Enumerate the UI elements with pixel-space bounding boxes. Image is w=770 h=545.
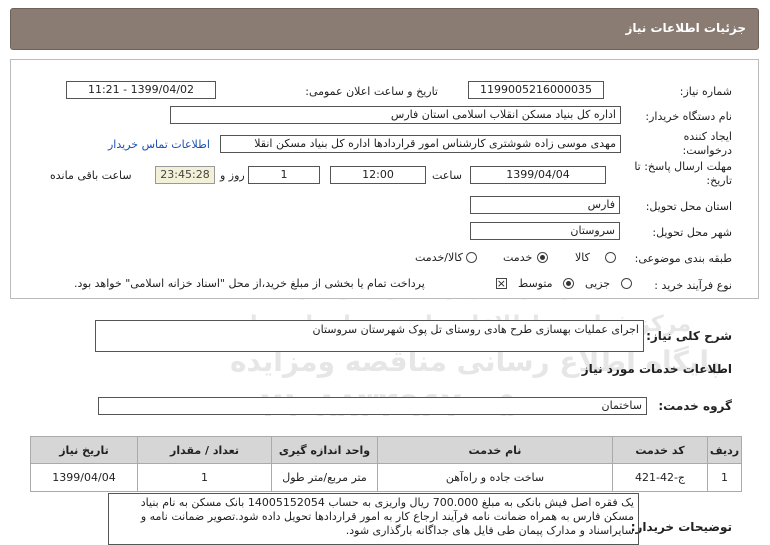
col-need-date: تاریخ نیاز [30,436,138,464]
col-row: ردیف [707,436,742,464]
remaining-time-field: 23:45:28 [155,166,215,184]
process-label: نوع فرآیند خرید : [654,279,732,292]
category-option-goods-service: کالا/خدمت [415,251,463,264]
process-option-minor: جزیی [585,277,611,290]
province-field: فارس [470,196,620,214]
buyer-notes-field: یک فقره اصل فیش بانکی به مبلغ 700.000 ری… [108,493,639,545]
payment-checkbox[interactable]: × [496,278,507,289]
page-header: جزئیات اطلاعات نیاز [10,8,759,50]
cell-unit: متر مربع/متر طول [271,463,378,492]
process-radio-medium[interactable] [563,278,574,289]
page-title: جزئیات اطلاعات نیاز [625,21,746,35]
table-row: 1 ج-42-421 ساخت جاده و راه‌آهن متر مربع/… [30,463,742,492]
cell-quantity: 1 [137,463,272,492]
deadline-time-field: 12:00 [330,166,426,184]
process-option-medium: متوسط [518,277,553,290]
category-radio-service[interactable] [537,252,548,263]
cell-row: 1 [707,463,742,492]
category-radio-goods-service[interactable] [466,252,477,263]
announce-field: 1399/04/02 - 11:21 [66,81,216,99]
deadline-date-field: 1399/04/04 [470,166,606,184]
province-label: استان محل تحویل: [645,200,732,213]
col-service-code: کد خدمت [612,436,708,464]
deadline-label: مهلت ارسال پاسخ: تا تاریخ: [634,160,732,187]
buyer-label: نام دستگاه خریدار: [645,110,732,123]
days-label: روز و [220,169,245,182]
summary-field: اجرای عملیات بهسازی طرح هادی روستای تل پ… [95,320,644,352]
creator-label: ایجاد کننده درخواست: [682,130,732,157]
col-quantity: تعداد / مقدار [137,436,272,464]
contact-buyer-link[interactable]: اطلاعات تماس خریدار [108,138,210,151]
category-option-goods: کالا [575,251,590,264]
announce-label: تاریخ و ساعت اعلان عمومی: [305,85,438,98]
services-table: ردیف کد خدمت نام خدمت واحد اندازه گیری ت… [30,436,742,492]
city-field: سروستان [470,222,620,240]
days-field: 1 [248,166,320,184]
cell-need-date: 1399/04/04 [30,463,138,492]
buyer-field: اداره کل بنیاد مسکن انقلاب اسلامی استان … [170,106,621,124]
service-group-label: گروه خدمت: [658,399,732,413]
col-unit: واحد اندازه گیری [271,436,378,464]
need-number-field: 1199005216000035 [468,81,604,99]
services-section-title: اطلاعات خدمات مورد نیاز [581,362,732,376]
category-radio-goods[interactable] [605,252,616,263]
category-label: طبقه بندی موضوعی: [634,252,732,265]
process-radio-minor[interactable] [621,278,632,289]
table-header-row: ردیف کد خدمت نام خدمت واحد اندازه گیری ت… [30,436,742,464]
col-service-name: نام خدمت [377,436,613,464]
cell-service-name: ساخت جاده و راه‌آهن [377,463,613,492]
category-option-service: خدمت [503,251,533,264]
payment-note: پرداخت تمام یا بخشی از مبلغ خرید،از محل … [74,277,425,290]
cell-service-code: ج-42-421 [612,463,708,492]
summary-label: شرح کلی نیاز: [646,329,732,343]
creator-field: مهدی موسی زاده شوشتری کارشناس امور قرارد… [220,135,621,153]
city-label: شهر محل تحویل: [652,226,732,239]
need-number-label: شماره نیاز: [679,85,732,98]
remaining-label: ساعت باقی مانده [50,169,132,182]
time-label: ساعت [432,169,462,182]
buyer-notes-label: توضیحات خریدار: [630,520,732,534]
service-group-field: ساختمان [98,397,647,415]
